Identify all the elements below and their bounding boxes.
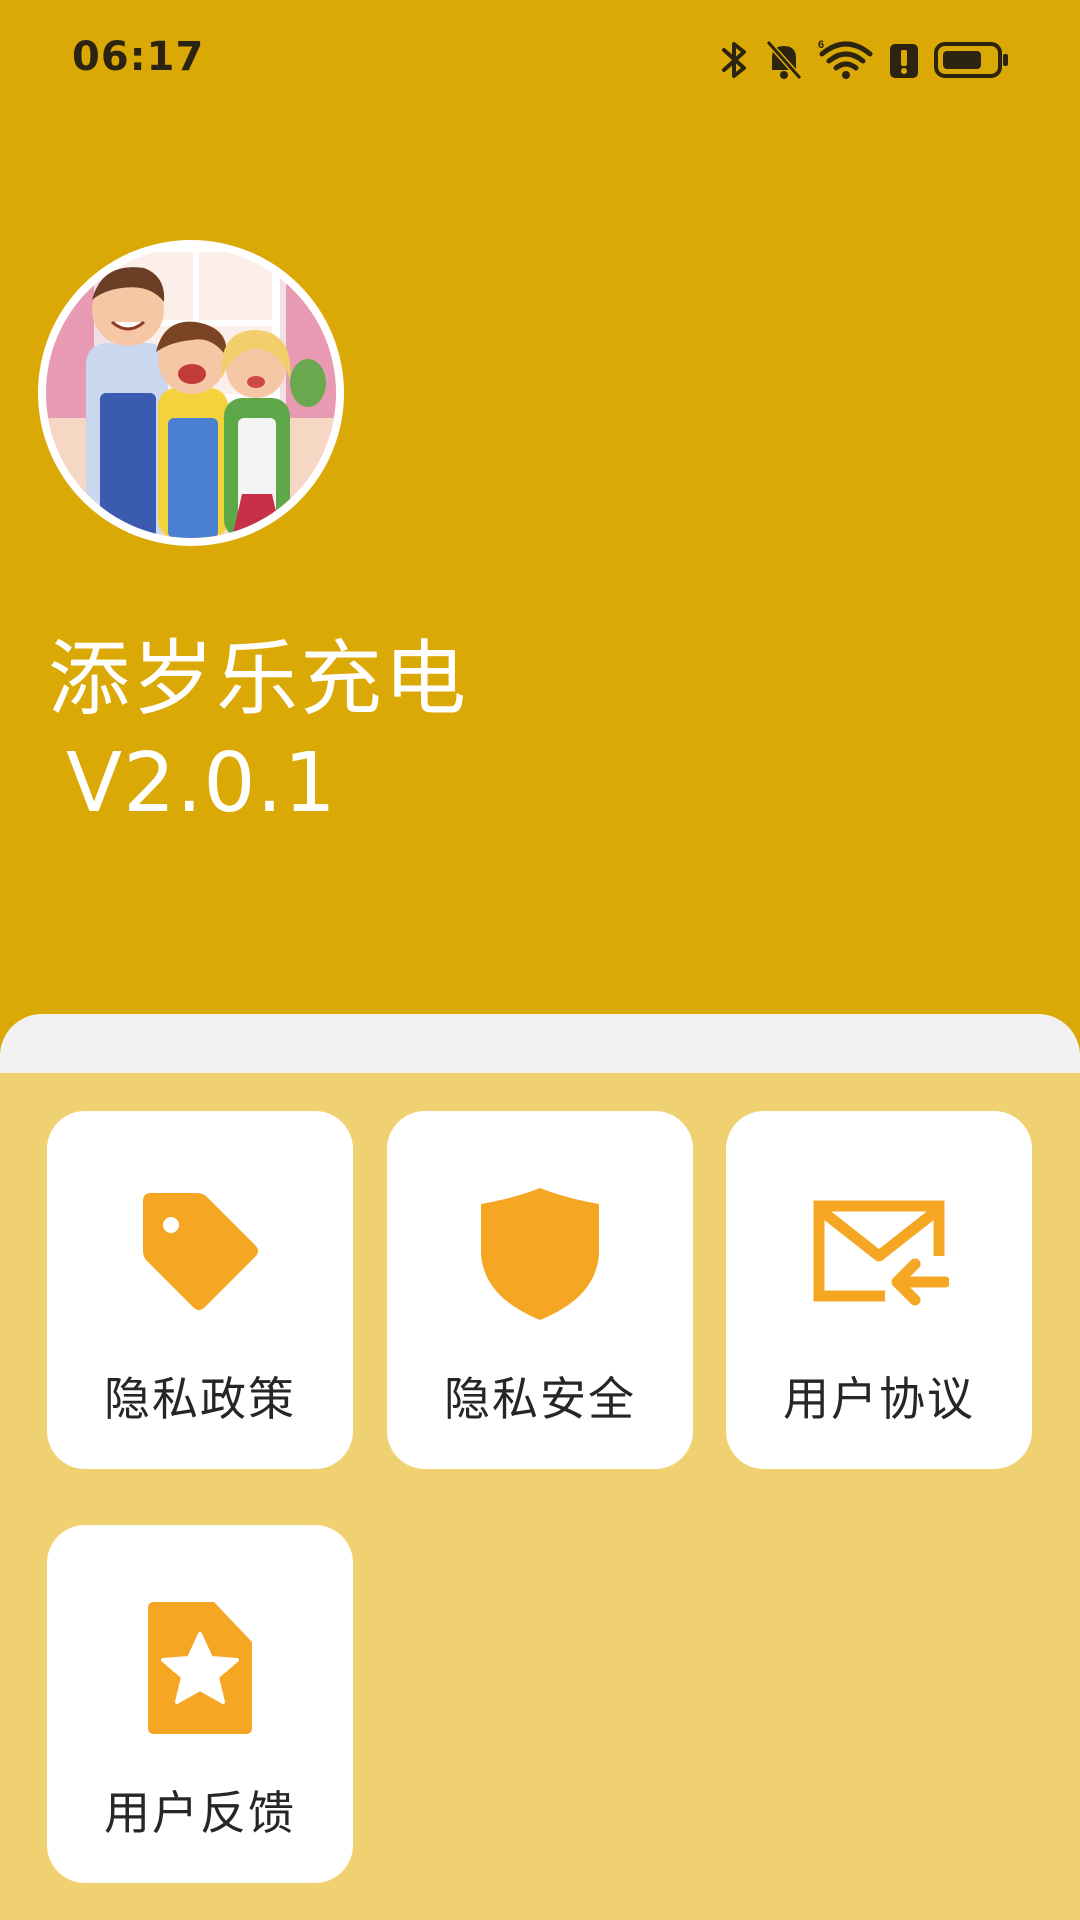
- mail-return-icon: [804, 1179, 954, 1329]
- user-agreement-tile[interactable]: 用户协议: [726, 1111, 1032, 1469]
- family-avatar-image: [46, 248, 336, 538]
- status-time: 06:17: [72, 34, 205, 80]
- wifi-icon: 6: [818, 38, 874, 82]
- user-feedback-tile[interactable]: 用户反馈: [47, 1525, 353, 1883]
- status-icons: 6: [720, 32, 1010, 88]
- alert-icon: [888, 38, 920, 82]
- app-header: 06:17 6 添岁乐充电 V2.0.1: [0, 0, 1080, 1040]
- tag-icon: [125, 1179, 275, 1329]
- shield-icon: [465, 1179, 615, 1329]
- user-feedback-label: 用户反馈: [104, 1786, 296, 1840]
- privacy-security-tile[interactable]: 隐私安全: [387, 1111, 693, 1469]
- privacy-security-label: 隐私安全: [444, 1372, 636, 1426]
- user-agreement-label: 用户协议: [783, 1372, 975, 1426]
- star-document-icon: [125, 1593, 275, 1743]
- avatar[interactable]: [38, 240, 344, 546]
- battery-icon: [934, 38, 1010, 82]
- svg-text:6: 6: [818, 39, 824, 51]
- app-version: V2.0.1: [66, 736, 337, 831]
- app-name: 添岁乐充电: [48, 632, 469, 727]
- bell-off-icon: [764, 38, 804, 82]
- privacy-policy-tile[interactable]: 隐私政策: [47, 1111, 353, 1469]
- privacy-policy-label: 隐私政策: [104, 1372, 296, 1426]
- bluetooth-icon: [720, 38, 750, 82]
